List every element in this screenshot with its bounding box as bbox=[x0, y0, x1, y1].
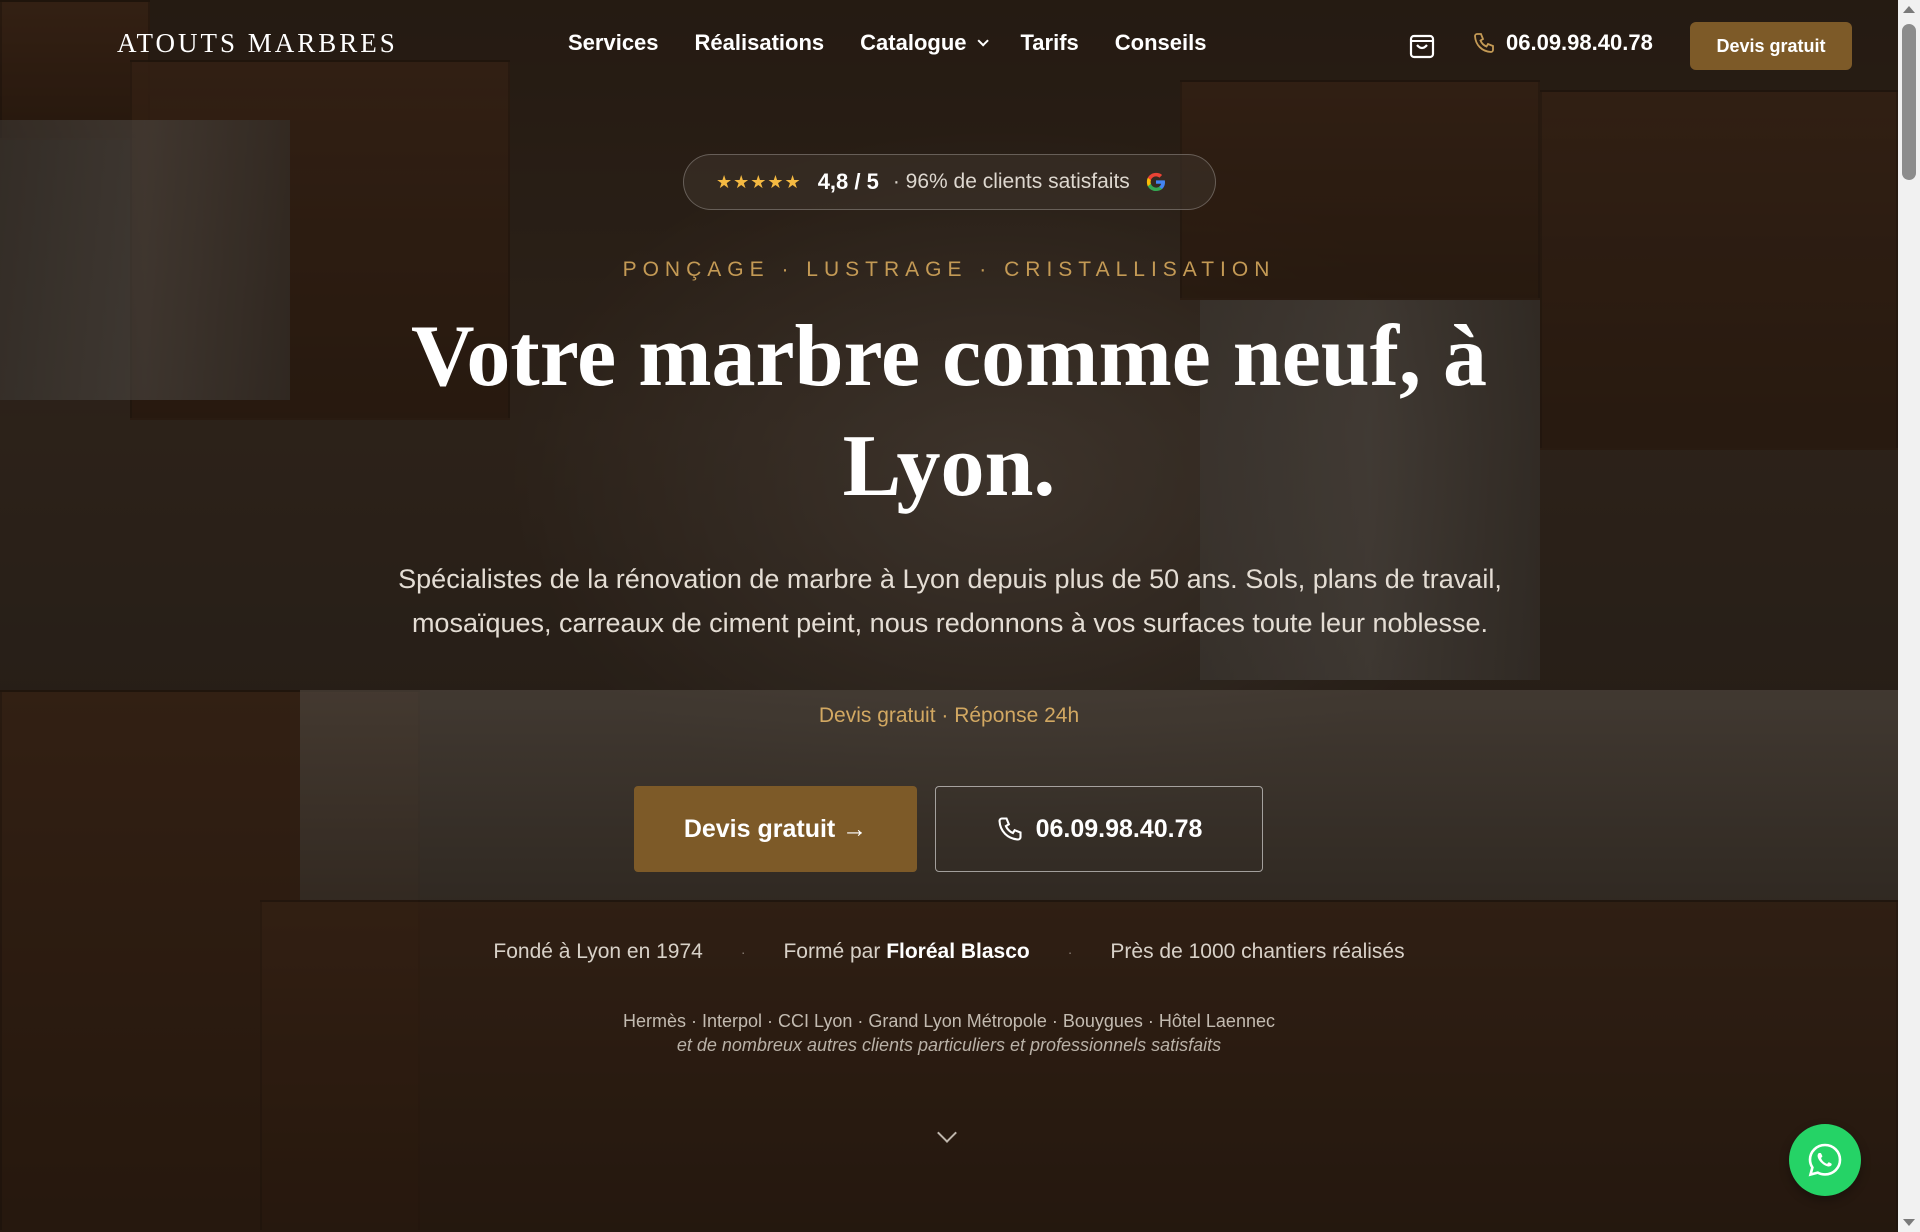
phone-icon bbox=[1474, 33, 1494, 53]
client-note: et de nombreux autres clients particulie… bbox=[676, 1035, 1222, 1055]
hero-tagline: PONÇAGE · LUSTRAGE · CRISTALLISATION bbox=[622, 258, 1276, 281]
call-phone-number: 06.09.98.40.78 bbox=[1035, 814, 1203, 843]
nav-services[interactable]: Services bbox=[568, 30, 659, 56]
fact-separator: · bbox=[740, 944, 746, 960]
company-facts: Fondé à Lyon en 1974 · Formé par Floréal… bbox=[0, 940, 1898, 964]
client-list: Hermès · Interpol · CCI Lyon · Grand Lyo… bbox=[623, 1011, 1275, 1031]
rating-stars: ★★★★★ bbox=[716, 171, 802, 192]
shopping-bag-icon[interactable] bbox=[1408, 30, 1436, 60]
scrollbar[interactable] bbox=[1898, 0, 1920, 1232]
header-phone-link[interactable]: 06.09.98.40.78 bbox=[1472, 30, 1653, 56]
header-devis-button[interactable]: Devis gratuit bbox=[1690, 22, 1852, 70]
nav-conseils[interactable]: Conseils bbox=[1115, 30, 1207, 56]
devis-gratuit-button[interactable]: Devis gratuit → bbox=[634, 786, 917, 872]
fact-trained-prefix: Formé par bbox=[783, 940, 887, 963]
phone-icon bbox=[998, 817, 1022, 841]
whatsapp-icon bbox=[1808, 1143, 1842, 1177]
hero-headline: Votre marbre comme neuf, à Lyon. bbox=[410, 308, 1488, 515]
nav-tarifs[interactable]: Tarifs bbox=[1021, 30, 1079, 56]
rating-text: · 96% de clients satisfaits bbox=[892, 170, 1130, 193]
nav-catalogue-label: Catalogue bbox=[860, 30, 967, 55]
fact-founded: Fondé à Lyon en 1974 bbox=[493, 940, 703, 963]
fact-trained: Formé par Floréal Blasco bbox=[783, 940, 1029, 964]
site-header: ATOUTS MARBRES Services Réalisations Cat… bbox=[0, 0, 1898, 88]
fact-trained-name: Floréal Blasco bbox=[886, 940, 1030, 963]
whatsapp-button[interactable] bbox=[1789, 1124, 1861, 1196]
scroll-thumb[interactable] bbox=[1902, 24, 1916, 180]
header-phone-number: 06.09.98.40.78 bbox=[1506, 30, 1653, 55]
scroll-down-arrow-icon[interactable] bbox=[1903, 1219, 1915, 1226]
rating-badge: ★★★★★ 4,8 / 5 · 96% de clients satisfait… bbox=[683, 154, 1216, 210]
fact-projects: Près de 1000 chantiers réalisés bbox=[1110, 940, 1405, 963]
hero-subtext: Spécialistes de la rénovation de marbre … bbox=[398, 564, 1502, 638]
logo[interactable]: ATOUTS MARBRES bbox=[117, 28, 398, 59]
hero-quick-info: Devis gratuit · Réponse 24h bbox=[818, 704, 1080, 727]
nav-catalogue[interactable]: Catalogue bbox=[860, 30, 989, 56]
rating-score: 4,8 / 5 bbox=[817, 169, 879, 194]
google-icon bbox=[1146, 172, 1165, 191]
scroll-up-arrow-icon[interactable] bbox=[1903, 6, 1915, 13]
fact-separator: · bbox=[1067, 944, 1073, 960]
nav-realisations[interactable]: Réalisations bbox=[695, 30, 825, 56]
main-nav: Services Réalisations Catalogue Tarifs C… bbox=[568, 30, 1242, 56]
chevron-down-icon bbox=[976, 35, 989, 47]
call-phone-button[interactable]: 06.09.98.40.78 bbox=[935, 786, 1263, 872]
